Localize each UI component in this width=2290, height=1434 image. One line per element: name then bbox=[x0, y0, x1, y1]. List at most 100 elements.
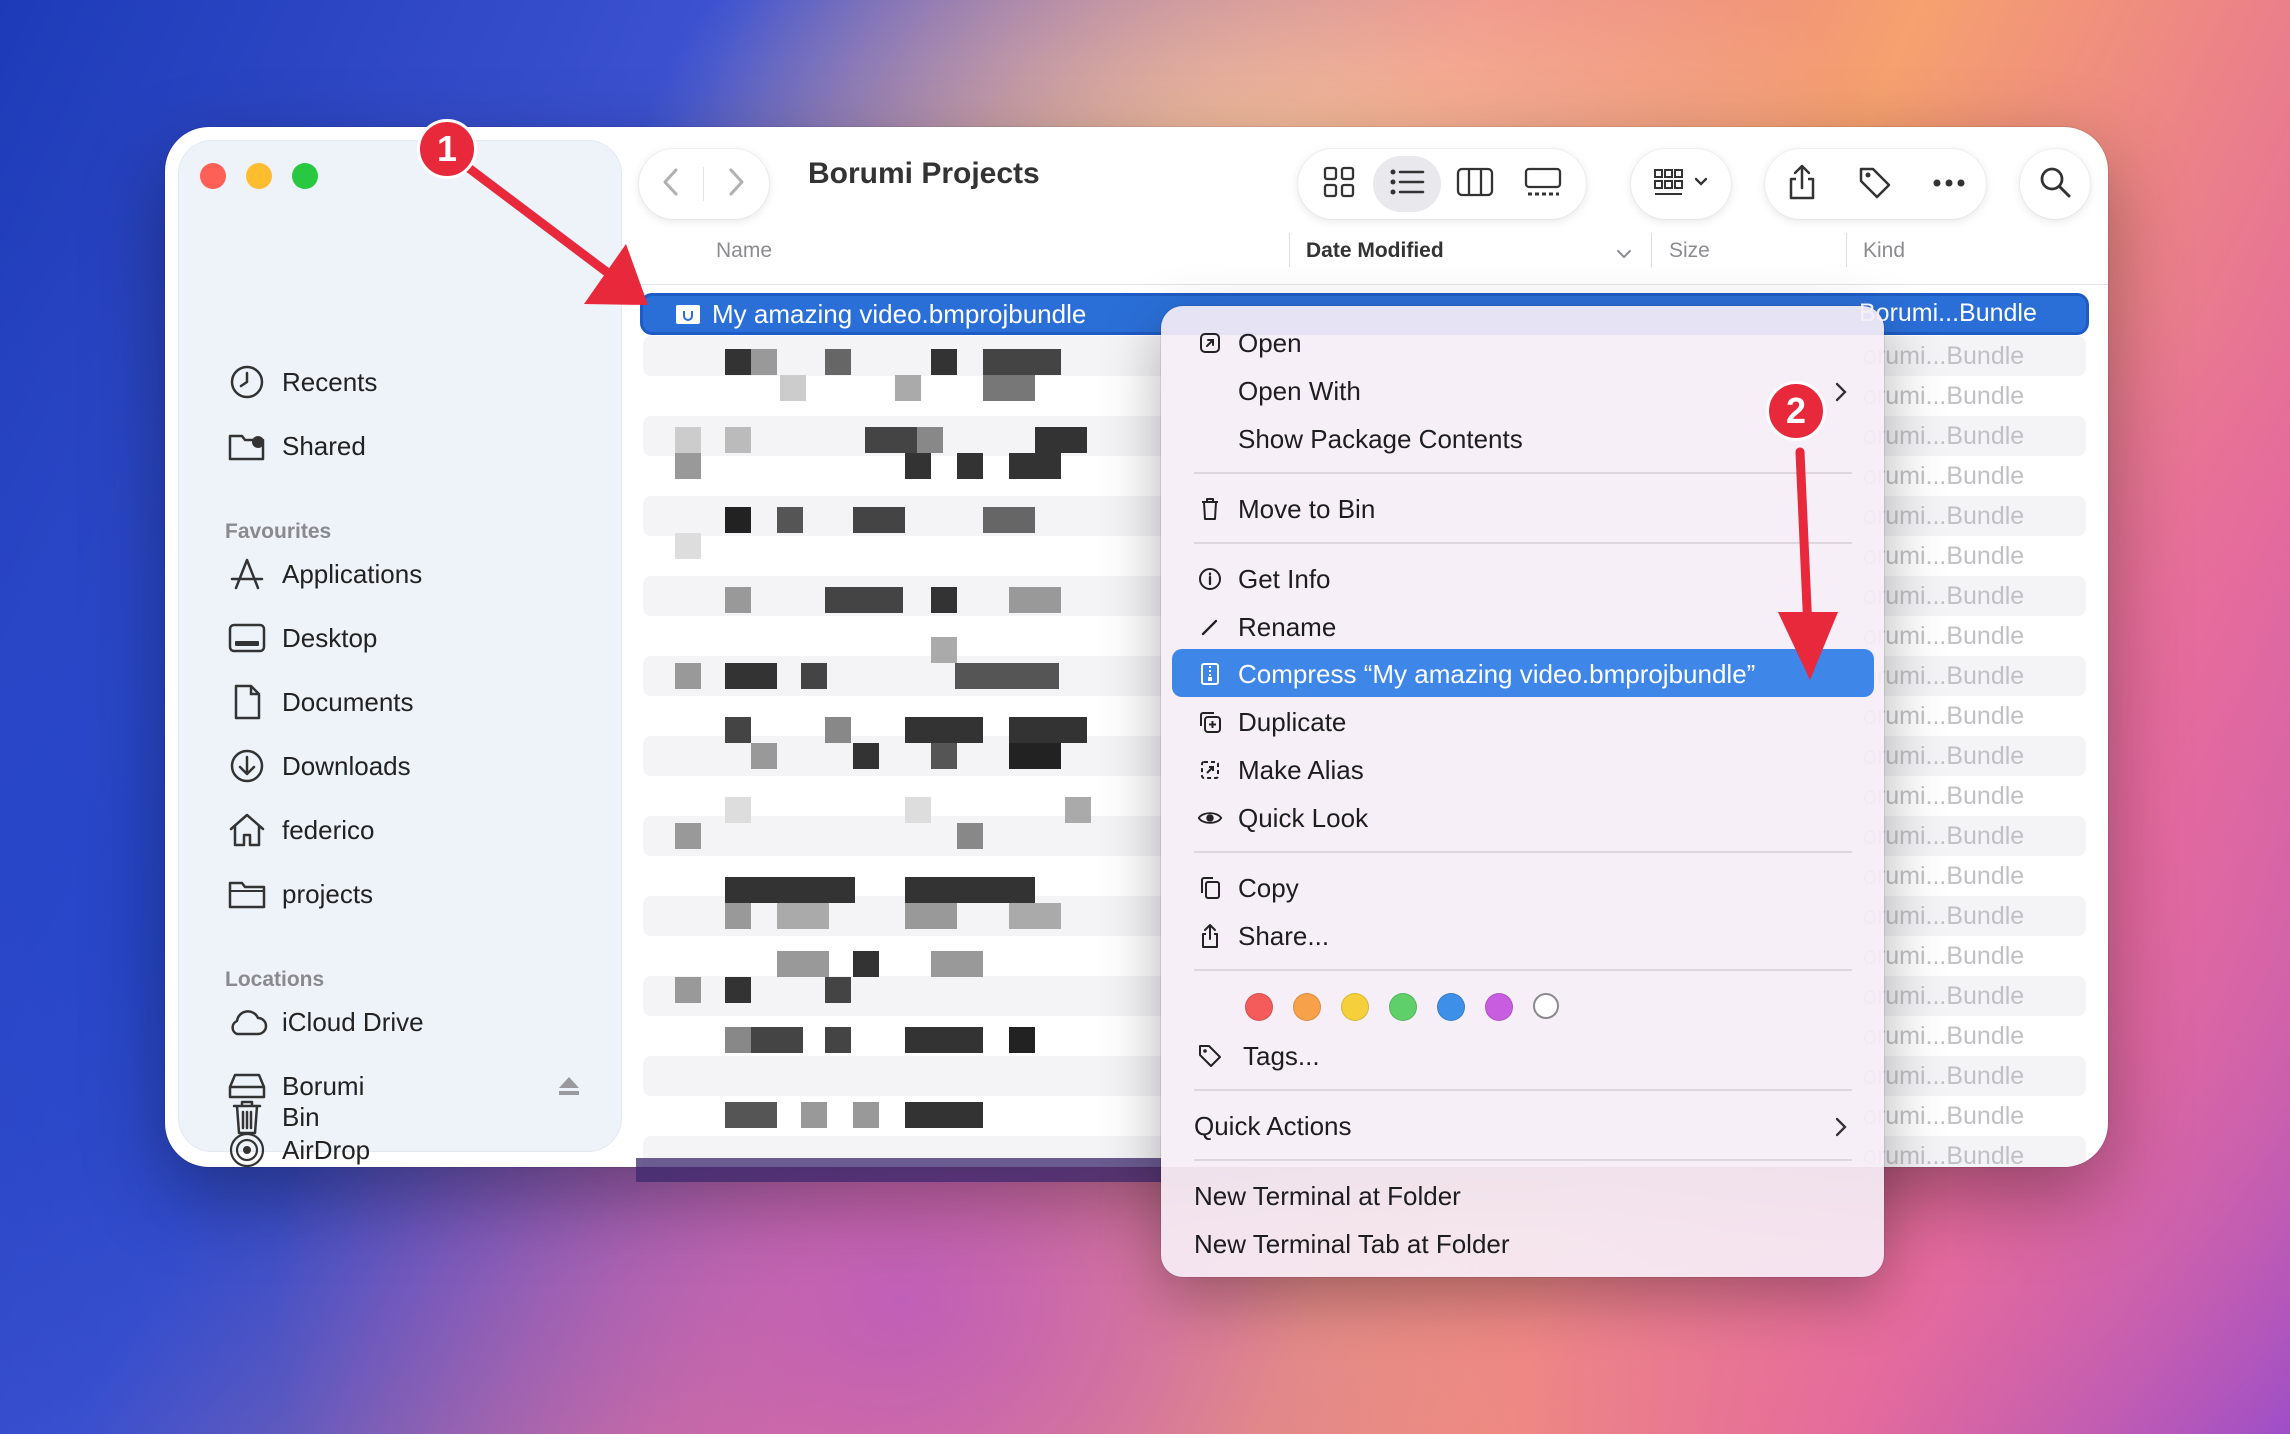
menu-item-new-terminal[interactable]: New Terminal at Folder bbox=[1161, 1174, 1884, 1218]
selected-file-name: My amazing video.bmprojbundle bbox=[712, 299, 1087, 329]
sidebar: Recents Shared Favourites Applications D… bbox=[178, 140, 622, 1167]
tag-green-dot[interactable] bbox=[1389, 993, 1417, 1021]
column-view-button[interactable] bbox=[1441, 156, 1509, 212]
tag-orange-dot[interactable] bbox=[1293, 993, 1321, 1021]
desktop-icon bbox=[226, 617, 268, 659]
tag-purple-dot[interactable] bbox=[1485, 993, 1513, 1021]
home-icon bbox=[226, 809, 268, 851]
menu-item-get-info[interactable]: Get Info bbox=[1161, 557, 1884, 601]
kind-cell: orumi...Bundle bbox=[1863, 462, 2025, 490]
sidebar-item-label: Desktop bbox=[282, 622, 378, 653]
sidebar-item-label: federico bbox=[282, 814, 375, 845]
sidebar-item-label: Recents bbox=[282, 366, 378, 397]
menu-item-duplicate[interactable]: Duplicate bbox=[1161, 700, 1884, 744]
ellipsis-icon bbox=[1932, 175, 1966, 193]
kind-cell: orumi...Bundle bbox=[1863, 502, 2025, 530]
trash-icon bbox=[1197, 496, 1223, 522]
sidebar-item-applications[interactable]: Applications bbox=[226, 552, 422, 596]
sort-chevron-icon bbox=[1615, 247, 1633, 265]
kind-cell: orumi...Bundle bbox=[1863, 822, 2025, 850]
column-divider bbox=[1651, 233, 1652, 267]
kind-cell: orumi...Bundle bbox=[1863, 422, 2025, 450]
step-1-badge: 1 bbox=[417, 119, 477, 179]
menu-separator bbox=[1194, 1089, 1852, 1091]
tag-yellow-dot[interactable] bbox=[1341, 993, 1369, 1021]
sidebar-item-desktop[interactable]: Desktop bbox=[226, 616, 377, 660]
sidebar-item-shared[interactable]: Shared bbox=[226, 424, 366, 468]
copy-icon bbox=[1197, 875, 1223, 901]
sidebar-item-bin[interactable]: Bin bbox=[226, 1095, 320, 1139]
kind-cell: orumi...Bundle bbox=[1863, 982, 2025, 1010]
kind-cell: orumi...Bundle bbox=[1863, 702, 2025, 730]
document-icon bbox=[226, 681, 268, 723]
menu-item-quick-actions[interactable]: Quick Actions bbox=[1161, 1104, 1884, 1148]
menu-separator bbox=[1194, 969, 1852, 971]
kind-cell: orumi...Bundle bbox=[1863, 782, 2025, 810]
tag-red-dot[interactable] bbox=[1245, 993, 1273, 1021]
close-button[interactable] bbox=[200, 163, 226, 189]
pencil-icon bbox=[1197, 614, 1223, 640]
tag-blue-dot[interactable] bbox=[1437, 993, 1465, 1021]
menu-item-quick-look[interactable]: Quick Look bbox=[1161, 796, 1884, 840]
sidebar-item-projects[interactable]: projects bbox=[226, 872, 373, 916]
kind-cell: orumi...Bundle bbox=[1863, 742, 2025, 770]
sidebar-item-recents[interactable]: Recents bbox=[226, 360, 377, 404]
list-icon bbox=[1389, 167, 1425, 202]
menu-item-open[interactable]: Open bbox=[1161, 321, 1884, 365]
share-icon bbox=[1197, 923, 1223, 949]
group-button[interactable] bbox=[1631, 149, 1731, 219]
chevron-down-icon bbox=[1693, 175, 1709, 193]
menu-item-compress[interactable]: Compress “My amazing video.bmprojbundle” bbox=[1161, 652, 1884, 696]
tag-button[interactable] bbox=[1845, 156, 1905, 212]
chevron-right-icon bbox=[726, 167, 746, 202]
menu-item-tags[interactable]: Tags... bbox=[1161, 1034, 1884, 1078]
sidebar-item-label: Applications bbox=[282, 558, 423, 589]
step-2-badge: 2 bbox=[1766, 381, 1826, 441]
duplicate-icon bbox=[1197, 709, 1223, 735]
minimize-button[interactable] bbox=[246, 163, 272, 189]
eject-icon[interactable] bbox=[557, 1075, 581, 1102]
eye-icon bbox=[1197, 805, 1223, 831]
sidebar-item-icloud-drive[interactable]: iCloud Drive bbox=[226, 1000, 424, 1044]
kind-cell: orumi...Bundle bbox=[1863, 622, 2025, 650]
applications-icon bbox=[226, 553, 268, 595]
list-view-button[interactable] bbox=[1373, 156, 1441, 212]
column-header-size[interactable]: Size bbox=[1669, 239, 1710, 263]
gallery-view-button[interactable] bbox=[1509, 156, 1577, 212]
column-header-date-modified[interactable]: Date Modified bbox=[1306, 239, 1444, 263]
chevron-right-icon bbox=[1834, 379, 1848, 410]
open-arrow-icon bbox=[1197, 330, 1223, 356]
menu-item-new-terminal-tab[interactable]: New Terminal Tab at Folder bbox=[1161, 1222, 1884, 1266]
bundle-file-icon bbox=[675, 302, 701, 331]
search-button[interactable] bbox=[2020, 149, 2090, 219]
kind-cell: orumi...Bundle bbox=[1863, 662, 2025, 690]
chevron-left-icon bbox=[661, 167, 681, 202]
more-button[interactable] bbox=[1919, 156, 1979, 212]
sidebar-item-documents[interactable]: Documents bbox=[226, 680, 414, 724]
sidebar-item-federico[interactable]: federico bbox=[226, 808, 375, 852]
back-button[interactable] bbox=[639, 156, 703, 212]
kind-cell: orumi...Bundle bbox=[1863, 902, 2025, 930]
forward-button[interactable] bbox=[704, 156, 768, 212]
menu-separator bbox=[1194, 472, 1852, 474]
share-button[interactable] bbox=[1772, 156, 1832, 212]
window-shadow-strip bbox=[636, 1158, 1161, 1182]
action-buttons bbox=[1765, 149, 1986, 219]
favourites-heading: Favourites bbox=[225, 520, 332, 543]
group-icon bbox=[1653, 166, 1693, 203]
menu-item-move-to-bin[interactable]: Move to Bin bbox=[1161, 487, 1884, 531]
column-header-kind[interactable]: Kind bbox=[1863, 239, 1905, 263]
tag-gray-dot[interactable] bbox=[1533, 993, 1559, 1019]
menu-item-rename[interactable]: Rename bbox=[1161, 605, 1884, 649]
zoom-button[interactable] bbox=[292, 163, 318, 189]
chevron-right-icon bbox=[1834, 1114, 1848, 1145]
menu-item-make-alias[interactable]: Make Alias bbox=[1161, 748, 1884, 792]
menu-item-copy[interactable]: Copy bbox=[1161, 866, 1884, 910]
column-header-name[interactable]: Name bbox=[716, 239, 772, 263]
nav-buttons bbox=[639, 149, 769, 219]
view-buttons bbox=[1298, 149, 1586, 219]
sidebar-item-downloads[interactable]: Downloads bbox=[226, 744, 411, 788]
column-divider bbox=[1289, 233, 1290, 267]
menu-item-share[interactable]: Share... bbox=[1161, 914, 1884, 958]
icon-view-button[interactable] bbox=[1305, 156, 1373, 212]
